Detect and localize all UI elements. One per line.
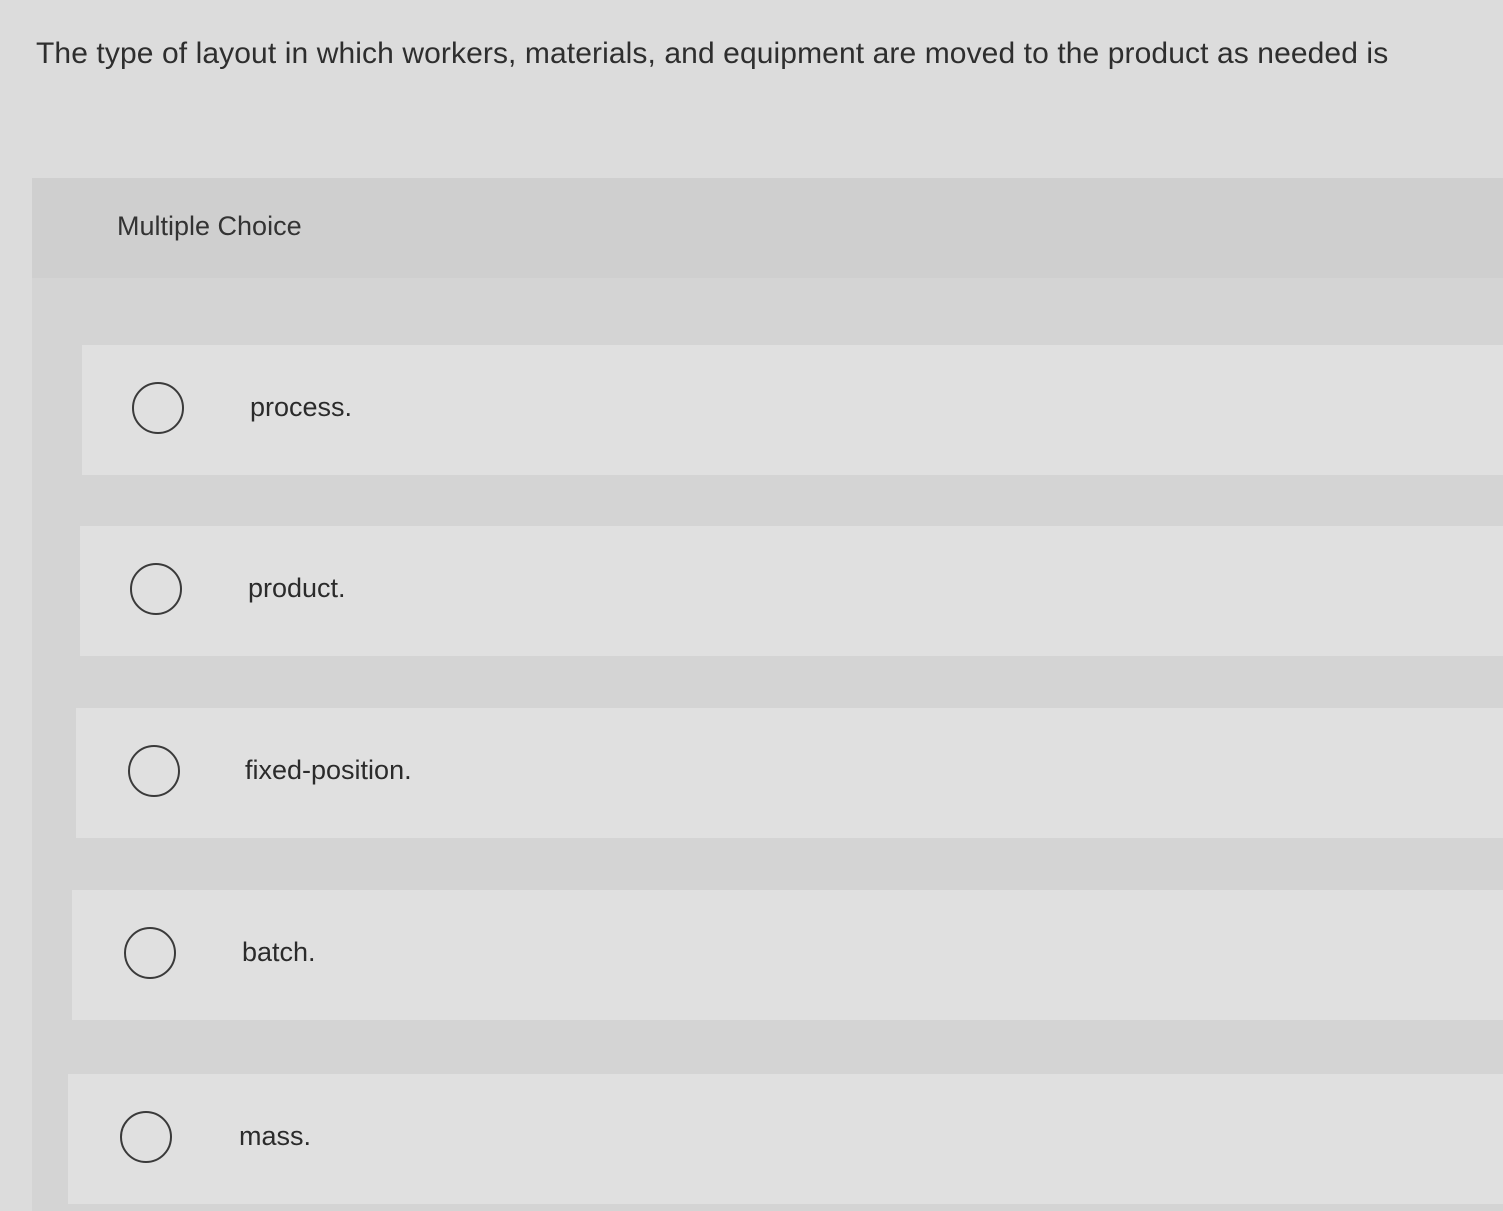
multiple-choice-label: Multiple Choice [117,211,302,241]
question-text: The type of layout in which workers, mat… [36,37,1389,70]
option-batch[interactable]: batch. [72,890,1503,1020]
radio-button-icon[interactable] [128,745,180,797]
radio-button-icon[interactable] [130,563,182,615]
radio-button-icon[interactable] [124,927,176,979]
option-fixed-position[interactable]: fixed-position. [76,708,1503,838]
option-label: fixed-position. [245,755,412,785]
option-label: product. [248,573,346,603]
radio-button-icon[interactable] [132,382,184,434]
option-mass[interactable]: mass. [68,1074,1503,1204]
option-process[interactable]: process. [82,345,1503,475]
option-product[interactable]: product. [80,526,1503,656]
multiple-choice-panel: Multiple Choice process. product. fixed-… [32,178,1503,1211]
options-list: process. product. fixed-position. batch.… [32,278,1503,1211]
radio-button-icon[interactable] [120,1111,172,1163]
multiple-choice-header: Multiple Choice [32,178,1503,278]
option-label: process. [250,392,353,422]
option-label: batch. [242,937,316,967]
option-label: mass. [239,1121,312,1151]
